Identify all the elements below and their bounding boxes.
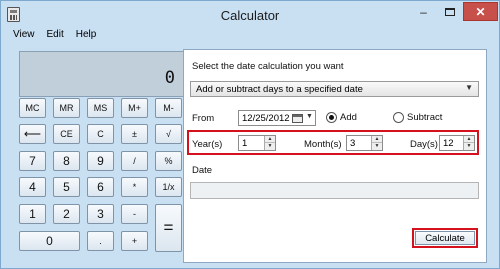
key-percent[interactable]: % bbox=[155, 151, 182, 171]
calculator-window: Calculator – ✕ View Edit Help 0 MC MR MS… bbox=[0, 0, 500, 269]
add-radio[interactable] bbox=[326, 112, 337, 123]
key-0[interactable]: 0 bbox=[19, 231, 80, 251]
key-mc[interactable]: MC bbox=[19, 98, 46, 118]
key-6[interactable]: 6 bbox=[87, 177, 114, 197]
menu-view[interactable]: View bbox=[7, 27, 41, 44]
chevron-down-icon[interactable]: ▼ bbox=[306, 113, 313, 120]
key-c[interactable]: C bbox=[87, 124, 114, 144]
subtract-radio[interactable] bbox=[393, 112, 404, 123]
calculation-mode-value: Add or subtract days to a specified date bbox=[196, 84, 363, 95]
key-9[interactable]: 9 bbox=[87, 151, 114, 171]
days-down-arrow-icon[interactable]: ▼ bbox=[464, 143, 474, 150]
add-label: Add bbox=[340, 112, 357, 123]
from-date-picker[interactable]: 12/25/2012 ▼ bbox=[238, 110, 316, 126]
months-label: Month(s) bbox=[304, 139, 342, 150]
key-plus-minus[interactable]: ± bbox=[121, 124, 148, 144]
calendar-icon[interactable] bbox=[292, 114, 303, 123]
date-label: Date bbox=[192, 165, 213, 176]
days-stepper[interactable]: 12 ▲ ▼ bbox=[439, 135, 475, 151]
years-up-arrow-icon[interactable]: ▲ bbox=[265, 136, 275, 143]
menu-help[interactable]: Help bbox=[70, 27, 103, 44]
key-subtract[interactable]: - bbox=[121, 204, 148, 224]
key-reciprocal[interactable]: 1/x bbox=[155, 177, 182, 197]
maximize-icon bbox=[445, 7, 455, 16]
menu-edit[interactable]: Edit bbox=[41, 27, 70, 44]
key-backspace[interactable]: ⟵ bbox=[19, 124, 46, 144]
date-calc-heading: Select the date calculation you want bbox=[192, 61, 344, 72]
years-label: Year(s) bbox=[192, 139, 223, 150]
calculate-highlight-box: Calculate bbox=[412, 228, 478, 248]
months-stepper[interactable]: 3 ▲ ▼ bbox=[346, 135, 383, 151]
key-equals[interactable]: = bbox=[155, 204, 182, 252]
date-result-field bbox=[190, 182, 479, 199]
title-bar: Calculator – ✕ bbox=[1, 1, 499, 29]
months-down-arrow-icon[interactable]: ▼ bbox=[372, 143, 382, 150]
calculator-display: 0 bbox=[19, 51, 184, 97]
date-calculation-panel: Select the date calculation you want Add… bbox=[183, 49, 487, 263]
menu-bar: View Edit Help bbox=[1, 27, 499, 44]
key-multiply[interactable]: * bbox=[121, 177, 148, 197]
key-8[interactable]: 8 bbox=[53, 151, 80, 171]
chevron-down-icon: ▼ bbox=[465, 83, 473, 92]
key-3[interactable]: 3 bbox=[87, 204, 114, 224]
key-divide[interactable]: / bbox=[121, 151, 148, 171]
key-add[interactable]: + bbox=[121, 231, 148, 251]
close-button[interactable]: ✕ bbox=[463, 2, 498, 21]
days-up-arrow-icon[interactable]: ▲ bbox=[464, 136, 474, 143]
years-down-arrow-icon[interactable]: ▼ bbox=[265, 143, 275, 150]
months-up-arrow-icon[interactable]: ▲ bbox=[372, 136, 382, 143]
display-value: 0 bbox=[164, 68, 175, 88]
key-4[interactable]: 4 bbox=[19, 177, 46, 197]
years-stepper[interactable]: 1 ▲ ▼ bbox=[238, 135, 276, 151]
calculator-keypad-panel: 0 MC MR MS M+ M- ⟵ CE C ± √ 7 8 9 / % 4 … bbox=[9, 47, 184, 263]
key-sqrt[interactable]: √ bbox=[155, 124, 182, 144]
calculation-mode-select[interactable]: Add or subtract days to a specified date… bbox=[190, 81, 479, 97]
calculate-button[interactable]: Calculate bbox=[415, 231, 475, 245]
maximize-button[interactable] bbox=[437, 2, 463, 21]
days-value: 12 bbox=[443, 138, 454, 149]
months-value: 3 bbox=[350, 138, 356, 149]
years-value: 1 bbox=[242, 138, 248, 149]
key-5[interactable]: 5 bbox=[53, 177, 80, 197]
key-1[interactable]: 1 bbox=[19, 204, 46, 224]
from-label: From bbox=[192, 113, 215, 124]
days-label: Day(s) bbox=[410, 139, 438, 150]
key-m-plus[interactable]: M+ bbox=[121, 98, 148, 118]
key-ms[interactable]: MS bbox=[87, 98, 114, 118]
key-decimal[interactable]: . bbox=[87, 231, 114, 251]
minimize-button[interactable]: – bbox=[410, 2, 437, 21]
key-mr[interactable]: MR bbox=[53, 98, 80, 118]
key-2[interactable]: 2 bbox=[53, 204, 80, 224]
from-date-value: 12/25/2012 bbox=[242, 113, 290, 124]
subtract-label: Subtract bbox=[407, 112, 443, 123]
key-7[interactable]: 7 bbox=[19, 151, 46, 171]
key-m-minus[interactable]: M- bbox=[155, 98, 182, 118]
key-ce[interactable]: CE bbox=[53, 124, 80, 144]
